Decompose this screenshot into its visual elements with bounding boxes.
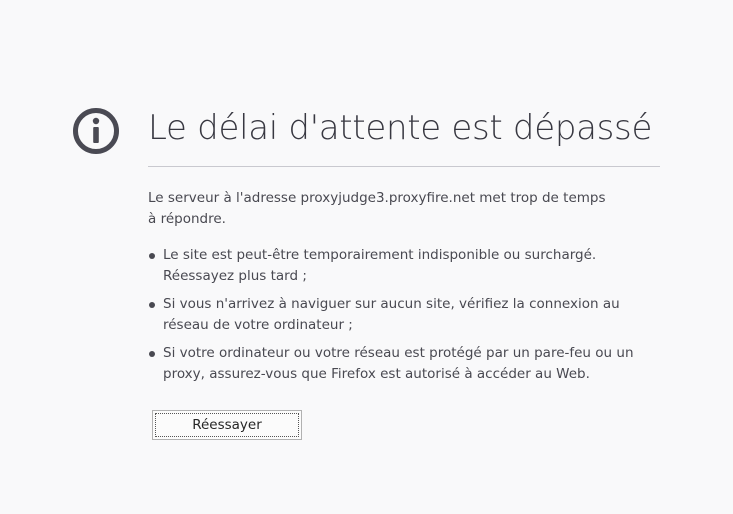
bullet-icon [149, 253, 155, 259]
retry-button[interactable]: Réessayer [152, 410, 302, 440]
retry-button-label: Réessayer [155, 413, 299, 437]
info-icon [73, 108, 119, 154]
suggestion-text: Si votre ordinateur ou votre réseau est … [163, 345, 634, 382]
suggestion-list: Le site est peut-être temporairement ind… [148, 245, 660, 392]
bullet-icon [149, 302, 155, 308]
error-page: Le délai d'attente est dépassé Le serveu… [0, 0, 733, 514]
suggestion-text: Le site est peut-être temporairement ind… [163, 247, 597, 284]
title-divider [148, 166, 660, 167]
suggestion-item: Si vous n'arrivez à naviguer sur aucun s… [148, 294, 660, 336]
suggestion-text: Si vous n'arrivez à naviguer sur aucun s… [163, 296, 620, 333]
bullet-icon [149, 351, 155, 357]
suggestion-item: Si votre ordinateur ou votre réseau est … [148, 343, 660, 385]
error-description: Le serveur à l'adresse proxyjudge3.proxy… [148, 190, 606, 227]
suggestion-item: Le site est peut-être temporairement ind… [148, 245, 660, 287]
page-title: Le délai d'attente est dépassé [148, 108, 653, 148]
